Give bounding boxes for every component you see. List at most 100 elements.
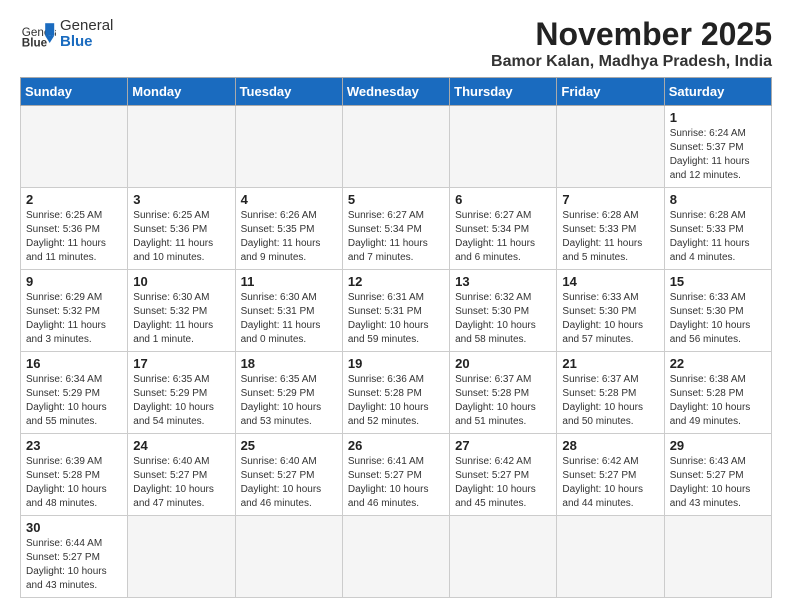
day-info: Sunrise: 6:42 AM Sunset: 5:27 PM Dayligh… bbox=[455, 455, 551, 511]
calendar-day-cell: 3Sunrise: 6:25 AM Sunset: 5:36 PM Daylig… bbox=[128, 188, 235, 270]
day-info: Sunrise: 6:30 AM Sunset: 5:32 PM Dayligh… bbox=[133, 291, 229, 347]
day-number: 8 bbox=[670, 192, 766, 207]
day-number: 23 bbox=[26, 438, 122, 453]
day-info: Sunrise: 6:41 AM Sunset: 5:27 PM Dayligh… bbox=[348, 455, 444, 511]
day-info: Sunrise: 6:42 AM Sunset: 5:27 PM Dayligh… bbox=[562, 455, 658, 511]
month-title: November 2025 bbox=[491, 16, 772, 53]
calendar-day-cell: 24 Sunrise: 6:40 AM Sunset: 5:27 PM Dayli… bbox=[128, 434, 235, 516]
calendar-day-cell: 27 Sunrise: 6:42 AM Sunset: 5:27 PM Dayli… bbox=[450, 434, 557, 516]
calendar-table: SundayMondayTuesdayWednesdayThursdayFrid… bbox=[20, 77, 772, 598]
day-info: Sunrise: 6:43 AM Sunset: 5:27 PM Dayligh… bbox=[670, 455, 766, 511]
calendar-day-cell: 23Sunrise: 6:39 AM Sunset: 5:28 PM Dayli… bbox=[21, 434, 128, 516]
calendar-day-cell bbox=[128, 106, 235, 188]
day-info: Sunrise: 6:31 AM Sunset: 5:31 PM Dayligh… bbox=[348, 291, 444, 347]
calendar-week-row: 23Sunrise: 6:39 AM Sunset: 5:28 PM Dayli… bbox=[21, 434, 772, 516]
day-number: 3 bbox=[133, 192, 229, 207]
calendar-day-cell bbox=[235, 516, 342, 598]
day-info: Sunrise: 6:28 AM Sunset: 5:33 PM Dayligh… bbox=[562, 209, 658, 265]
weekday-header-tuesday: Tuesday bbox=[235, 78, 342, 106]
day-info: Sunrise: 6:40 AM Sunset: 5:27 PM Dayligh… bbox=[241, 455, 337, 511]
day-number: 1 bbox=[670, 110, 766, 125]
day-info: Sunrise: 6:26 AM Sunset: 5:35 PM Dayligh… bbox=[241, 209, 337, 265]
weekday-header-monday: Monday bbox=[128, 78, 235, 106]
page-header: General Blue General Blue November 2025 … bbox=[20, 16, 772, 71]
logo-general: General bbox=[60, 18, 113, 35]
day-info: Sunrise: 6:37 AM Sunset: 5:28 PM Dayligh… bbox=[455, 373, 551, 429]
calendar-day-cell: 2Sunrise: 6:25 AM Sunset: 5:36 PM Daylig… bbox=[21, 188, 128, 270]
calendar-day-cell: 18 Sunrise: 6:35 AM Sunset: 5:29 PM Dayli… bbox=[235, 352, 342, 434]
day-number: 29 bbox=[670, 438, 766, 453]
logo-icon: General Blue bbox=[20, 16, 56, 52]
calendar-day-cell: 7Sunrise: 6:28 AM Sunset: 5:33 PM Daylig… bbox=[557, 188, 664, 270]
calendar-day-cell: 1 Sunrise: 6:24 AM Sunset: 5:37 PM Daylig… bbox=[664, 106, 771, 188]
day-info: Sunrise: 6:24 AM Sunset: 5:37 PM Dayligh… bbox=[670, 127, 766, 183]
calendar-day-cell: 28 Sunrise: 6:42 AM Sunset: 5:27 PM Dayli… bbox=[557, 434, 664, 516]
calendar-day-cell: 9 Sunrise: 6:29 AM Sunset: 5:32 PM Daylig… bbox=[21, 270, 128, 352]
day-info: Sunrise: 6:25 AM Sunset: 5:36 PM Dayligh… bbox=[26, 209, 122, 265]
day-number: 24 bbox=[133, 438, 229, 453]
day-number: 13 bbox=[455, 274, 551, 289]
day-number: 10 bbox=[133, 274, 229, 289]
day-number: 30 bbox=[26, 520, 122, 535]
calendar-day-cell bbox=[450, 516, 557, 598]
day-number: 16 bbox=[26, 356, 122, 371]
day-number: 20 bbox=[455, 356, 551, 371]
calendar-day-cell: 21 Sunrise: 6:37 AM Sunset: 5:28 PM Dayli… bbox=[557, 352, 664, 434]
day-number: 17 bbox=[133, 356, 229, 371]
calendar-day-cell: 14 Sunrise: 6:33 AM Sunset: 5:30 PM Dayli… bbox=[557, 270, 664, 352]
day-number: 14 bbox=[562, 274, 658, 289]
calendar-day-cell: 25Sunrise: 6:40 AM Sunset: 5:27 PM Dayli… bbox=[235, 434, 342, 516]
day-info: Sunrise: 6:44 AM Sunset: 5:27 PM Dayligh… bbox=[26, 537, 122, 593]
day-number: 12 bbox=[348, 274, 444, 289]
svg-text:Blue: Blue bbox=[22, 37, 48, 50]
calendar-day-cell bbox=[342, 106, 449, 188]
day-number: 9 bbox=[26, 274, 122, 289]
day-number: 18 bbox=[241, 356, 337, 371]
calendar-day-cell: 19Sunrise: 6:36 AM Sunset: 5:28 PM Dayli… bbox=[342, 352, 449, 434]
day-info: Sunrise: 6:32 AM Sunset: 5:30 PM Dayligh… bbox=[455, 291, 551, 347]
calendar-day-cell: 13 Sunrise: 6:32 AM Sunset: 5:30 PM Dayli… bbox=[450, 270, 557, 352]
calendar-day-cell: 16Sunrise: 6:34 AM Sunset: 5:29 PM Dayli… bbox=[21, 352, 128, 434]
calendar-week-row: 2Sunrise: 6:25 AM Sunset: 5:36 PM Daylig… bbox=[21, 188, 772, 270]
calendar-day-cell bbox=[128, 516, 235, 598]
calendar-day-cell: 5Sunrise: 6:27 AM Sunset: 5:34 PM Daylig… bbox=[342, 188, 449, 270]
title-block: November 2025 Bamor Kalan, Madhya Prades… bbox=[491, 16, 772, 71]
day-info: Sunrise: 6:27 AM Sunset: 5:34 PM Dayligh… bbox=[455, 209, 551, 265]
calendar-day-cell bbox=[557, 516, 664, 598]
day-info: Sunrise: 6:28 AM Sunset: 5:33 PM Dayligh… bbox=[670, 209, 766, 265]
day-number: 11 bbox=[241, 274, 337, 289]
day-number: 15 bbox=[670, 274, 766, 289]
calendar-week-row: 1 Sunrise: 6:24 AM Sunset: 5:37 PM Daylig… bbox=[21, 106, 772, 188]
weekday-header-wednesday: Wednesday bbox=[342, 78, 449, 106]
day-info: Sunrise: 6:38 AM Sunset: 5:28 PM Dayligh… bbox=[670, 373, 766, 429]
day-info: Sunrise: 6:37 AM Sunset: 5:28 PM Dayligh… bbox=[562, 373, 658, 429]
day-number: 27 bbox=[455, 438, 551, 453]
calendar-week-row: 16Sunrise: 6:34 AM Sunset: 5:29 PM Dayli… bbox=[21, 352, 772, 434]
day-number: 22 bbox=[670, 356, 766, 371]
day-info: Sunrise: 6:30 AM Sunset: 5:31 PM Dayligh… bbox=[241, 291, 337, 347]
day-info: Sunrise: 6:35 AM Sunset: 5:29 PM Dayligh… bbox=[241, 373, 337, 429]
day-number: 6 bbox=[455, 192, 551, 207]
day-number: 21 bbox=[562, 356, 658, 371]
day-number: 19 bbox=[348, 356, 444, 371]
calendar-day-cell bbox=[21, 106, 128, 188]
day-number: 28 bbox=[562, 438, 658, 453]
calendar-day-cell: 26Sunrise: 6:41 AM Sunset: 5:27 PM Dayli… bbox=[342, 434, 449, 516]
calendar-week-row: 30 Sunrise: 6:44 AM Sunset: 5:27 PM Dayli… bbox=[21, 516, 772, 598]
day-info: Sunrise: 6:33 AM Sunset: 5:30 PM Dayligh… bbox=[562, 291, 658, 347]
day-info: Sunrise: 6:40 AM Sunset: 5:27 PM Dayligh… bbox=[133, 455, 229, 511]
weekday-header-friday: Friday bbox=[557, 78, 664, 106]
calendar-day-cell: 15 Sunrise: 6:33 AM Sunset: 5:30 PM Dayli… bbox=[664, 270, 771, 352]
day-info: Sunrise: 6:35 AM Sunset: 5:29 PM Dayligh… bbox=[133, 373, 229, 429]
calendar-day-cell: 20 Sunrise: 6:37 AM Sunset: 5:28 PM Dayli… bbox=[450, 352, 557, 434]
calendar-day-cell bbox=[342, 516, 449, 598]
day-info: Sunrise: 6:33 AM Sunset: 5:30 PM Dayligh… bbox=[670, 291, 766, 347]
calendar-day-cell: 12 Sunrise: 6:31 AM Sunset: 5:31 PM Dayli… bbox=[342, 270, 449, 352]
logo-blue: Blue bbox=[60, 34, 113, 51]
weekday-header-sunday: Sunday bbox=[21, 78, 128, 106]
day-info: Sunrise: 6:27 AM Sunset: 5:34 PM Dayligh… bbox=[348, 209, 444, 265]
calendar-day-cell: 30 Sunrise: 6:44 AM Sunset: 5:27 PM Dayli… bbox=[21, 516, 128, 598]
calendar-day-cell: 10 Sunrise: 6:30 AM Sunset: 5:32 PM Dayli… bbox=[128, 270, 235, 352]
day-info: Sunrise: 6:29 AM Sunset: 5:32 PM Dayligh… bbox=[26, 291, 122, 347]
day-number: 4 bbox=[241, 192, 337, 207]
